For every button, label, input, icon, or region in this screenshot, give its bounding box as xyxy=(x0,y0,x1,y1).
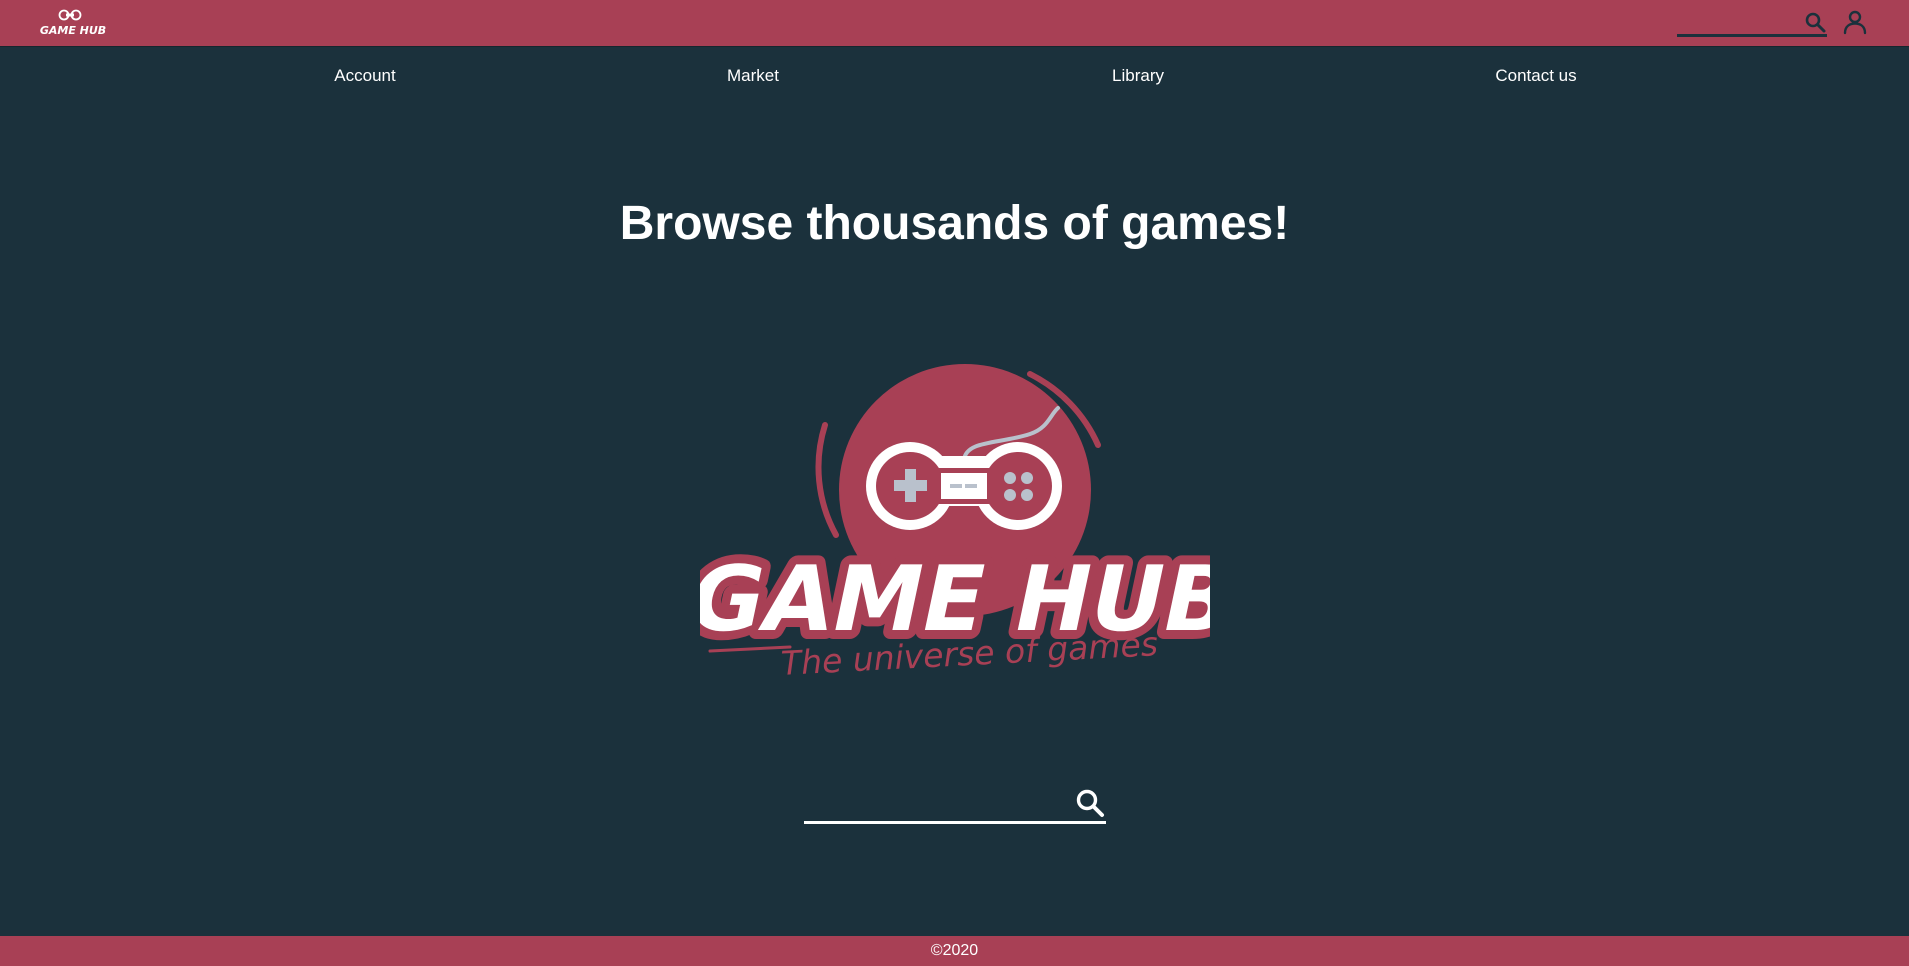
game-hub-logo: GAME HUB The universe of games xyxy=(700,364,1210,680)
search-icon[interactable] xyxy=(1803,10,1827,34)
search-icon[interactable] xyxy=(1074,787,1106,819)
nav-item-contact-us[interactable]: Contact us xyxy=(1495,66,1576,86)
footer: ©2020 xyxy=(0,936,1909,966)
user-icon[interactable] xyxy=(1841,8,1869,36)
nav-item-account[interactable]: Account xyxy=(334,66,395,86)
copyright-text: ©2020 xyxy=(930,942,979,959)
header-search-input[interactable] xyxy=(1677,8,1801,34)
page-headline: Browse thousands of games! xyxy=(619,197,1290,250)
main-nav: Account Market Library Contact us xyxy=(0,46,1909,104)
nav-item-library[interactable]: Library xyxy=(1112,66,1164,86)
game-search xyxy=(804,785,1106,824)
game-search-input[interactable] xyxy=(804,789,1063,819)
brand-logo[interactable]: GAME HUB xyxy=(40,8,106,38)
nav-item-market[interactable]: Market xyxy=(727,66,779,86)
svg-text:GAME HUB: GAME HUB xyxy=(40,24,106,37)
header-search xyxy=(1677,8,1827,37)
top-bar: GAME HUB xyxy=(0,0,1909,47)
